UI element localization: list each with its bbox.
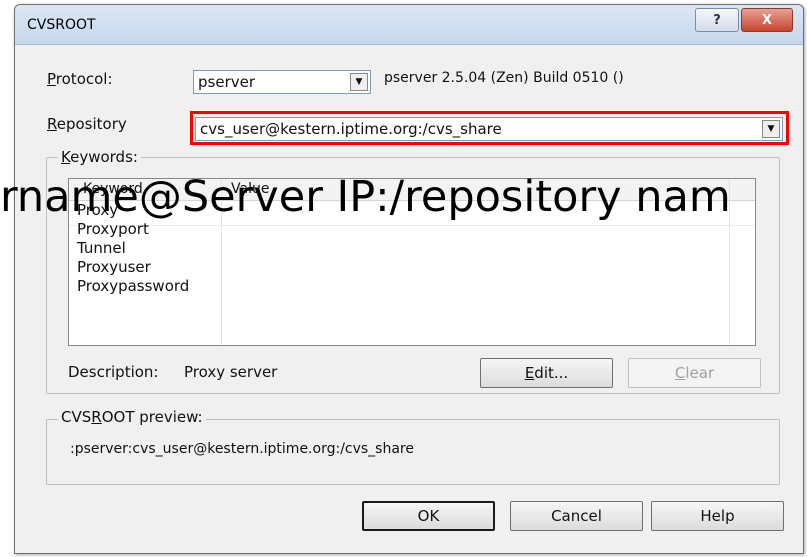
clear-button[interactable]: Clear — [628, 358, 761, 388]
chevron-down-icon[interactable]: ▼ — [350, 73, 368, 91]
protocol-select[interactable]: pserver ▼ — [193, 70, 371, 94]
protocol-version-text: pserver 2.5.04 (Zen) Build 0510 () — [384, 70, 624, 86]
close-button[interactable]: X — [741, 8, 793, 32]
list-item[interactable]: Proxy — [77, 201, 118, 220]
preview-legend: CVSROOT preview: — [58, 408, 206, 426]
column-divider — [729, 179, 730, 345]
row-divider — [69, 225, 755, 226]
keywords-list-header: Keyword Value — [69, 179, 755, 201]
window-title: CVSROOT — [27, 17, 96, 33]
list-item[interactable]: Proxypassword — [77, 277, 189, 296]
list-item[interactable]: Tunnel — [77, 239, 126, 258]
list-item[interactable]: Proxyuser — [77, 258, 151, 277]
edit-button[interactable]: Edit... — [480, 358, 613, 388]
column-value[interactable]: Value — [231, 181, 269, 197]
description-label: Description: — [68, 363, 159, 381]
repository-value: cvs_user@kestern.iptime.org:/cvs_share — [200, 120, 502, 138]
preview-text: :pserver:cvs_user@kestern.iptime.org:/cv… — [70, 441, 414, 457]
list-item[interactable]: Proxyport — [77, 220, 149, 239]
column-keyword[interactable]: Keyword — [83, 181, 143, 197]
protocol-value: pserver — [198, 73, 256, 91]
repository-label: Repository — [47, 115, 127, 133]
title-bar: CVSROOT ? X — [15, 5, 803, 45]
protocol-label: Protocol: — [47, 70, 113, 88]
description-value: Proxy server — [184, 363, 278, 381]
ok-button[interactable]: OK — [362, 501, 495, 531]
help-button[interactable]: Help — [651, 501, 784, 531]
chevron-down-icon[interactable]: ▼ — [762, 120, 780, 138]
keywords-legend: Keywords: — [58, 148, 141, 166]
question-icon: ? — [713, 12, 721, 28]
help-title-button[interactable]: ? — [695, 8, 739, 32]
column-divider — [221, 179, 222, 345]
keywords-list[interactable]: Keyword Value Proxy Proxyport Tunnel Pro… — [68, 178, 756, 346]
cancel-button[interactable]: Cancel — [510, 501, 643, 531]
repository-combobox[interactable]: cvs_user@kestern.iptime.org:/cvs_share ▼ — [195, 117, 783, 141]
close-icon: X — [761, 12, 773, 28]
